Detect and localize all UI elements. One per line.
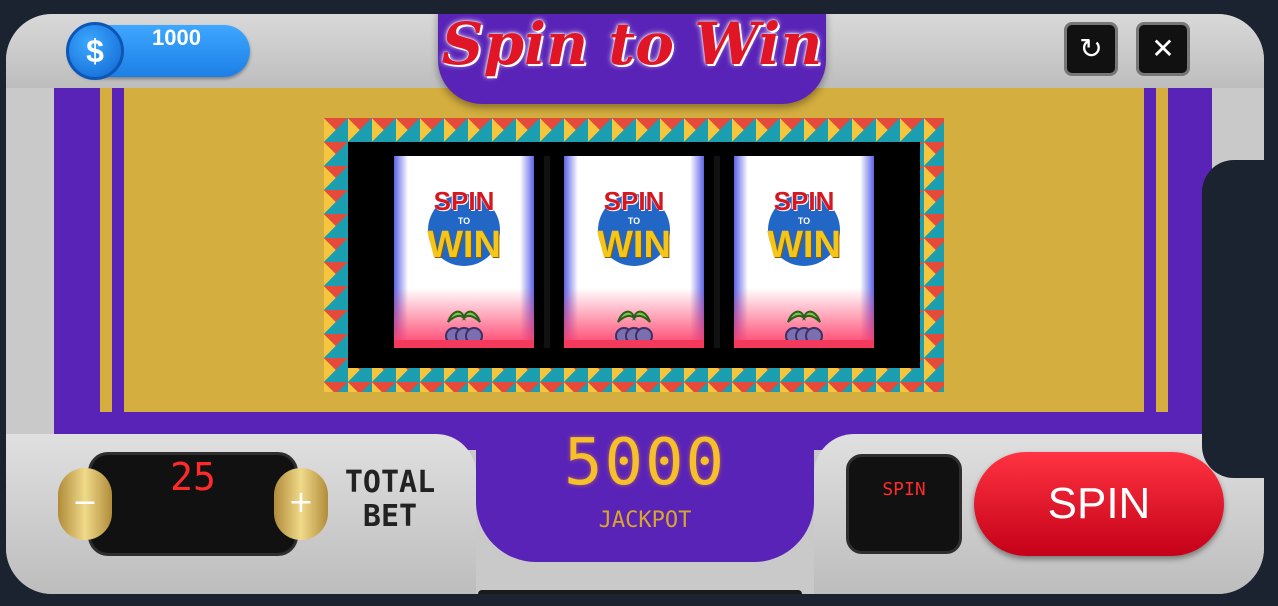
symbol-text-win: WIN xyxy=(597,224,671,266)
panel-stripe-left xyxy=(112,88,124,412)
reel-1: SPIN TO WIN xyxy=(394,156,534,348)
reel-divider xyxy=(714,156,720,348)
symbol-text-spin: SPIN xyxy=(433,186,495,216)
bet-value: 25 xyxy=(170,455,216,499)
balance-amount: 1000 xyxy=(152,25,201,50)
device-frame: $ 1000 Spin to Win ↻ ✕ SPIN TO WIN SPIN … xyxy=(0,0,1278,606)
title-banner: Spin to Win xyxy=(438,14,826,104)
total-bet-line2: BET xyxy=(362,499,418,534)
reel-3: SPIN TO WIN xyxy=(734,156,874,348)
symbol-text-win: WIN xyxy=(427,224,501,266)
jackpot-panel: 5000 JACKPOT xyxy=(476,412,814,562)
close-button[interactable]: ✕ xyxy=(1136,22,1190,76)
refresh-button[interactable]: ↻ xyxy=(1064,22,1118,76)
reel-window: SPIN TO WIN SPIN TO WIN SPIN TO WIN xyxy=(348,142,920,368)
reel-frame: SPIN TO WIN SPIN TO WIN SPIN TO WIN xyxy=(324,118,944,392)
game-screen: $ 1000 Spin to Win ↻ ✕ SPIN TO WIN SPIN … xyxy=(6,14,1264,594)
coin-icon: $ xyxy=(66,22,124,80)
symbol-text-spin: SPIN xyxy=(773,186,835,216)
symbol-text-spin: SPIN xyxy=(603,186,665,216)
device-notch xyxy=(1202,160,1264,478)
reel-2: SPIN TO WIN xyxy=(564,156,704,348)
jackpot-value: 5000 xyxy=(563,426,727,500)
balance-display: $ 1000 xyxy=(66,22,250,80)
jackpot-label: JACKPOT xyxy=(598,508,692,533)
bet-display: 25 xyxy=(88,452,298,556)
game-title: Spin to Win xyxy=(441,14,823,78)
increase-bet-button[interactable]: + xyxy=(274,468,328,540)
reel-divider xyxy=(544,156,550,348)
total-bet-line1: TOTAL xyxy=(344,465,436,500)
spin-status-text: SPIN xyxy=(882,479,926,500)
decrease-bet-button[interactable]: − xyxy=(58,468,112,540)
spin-button[interactable]: SPIN xyxy=(974,452,1224,556)
panel-stripe-right xyxy=(1144,88,1156,412)
symbol-text-win: WIN xyxy=(767,224,841,266)
home-indicator xyxy=(478,590,802,594)
refresh-icon: ↻ xyxy=(1079,32,1103,65)
close-icon: ✕ xyxy=(1151,32,1175,65)
total-bet-label: TOTAL BET xyxy=(334,466,446,534)
spin-status-display: SPIN xyxy=(846,454,962,554)
